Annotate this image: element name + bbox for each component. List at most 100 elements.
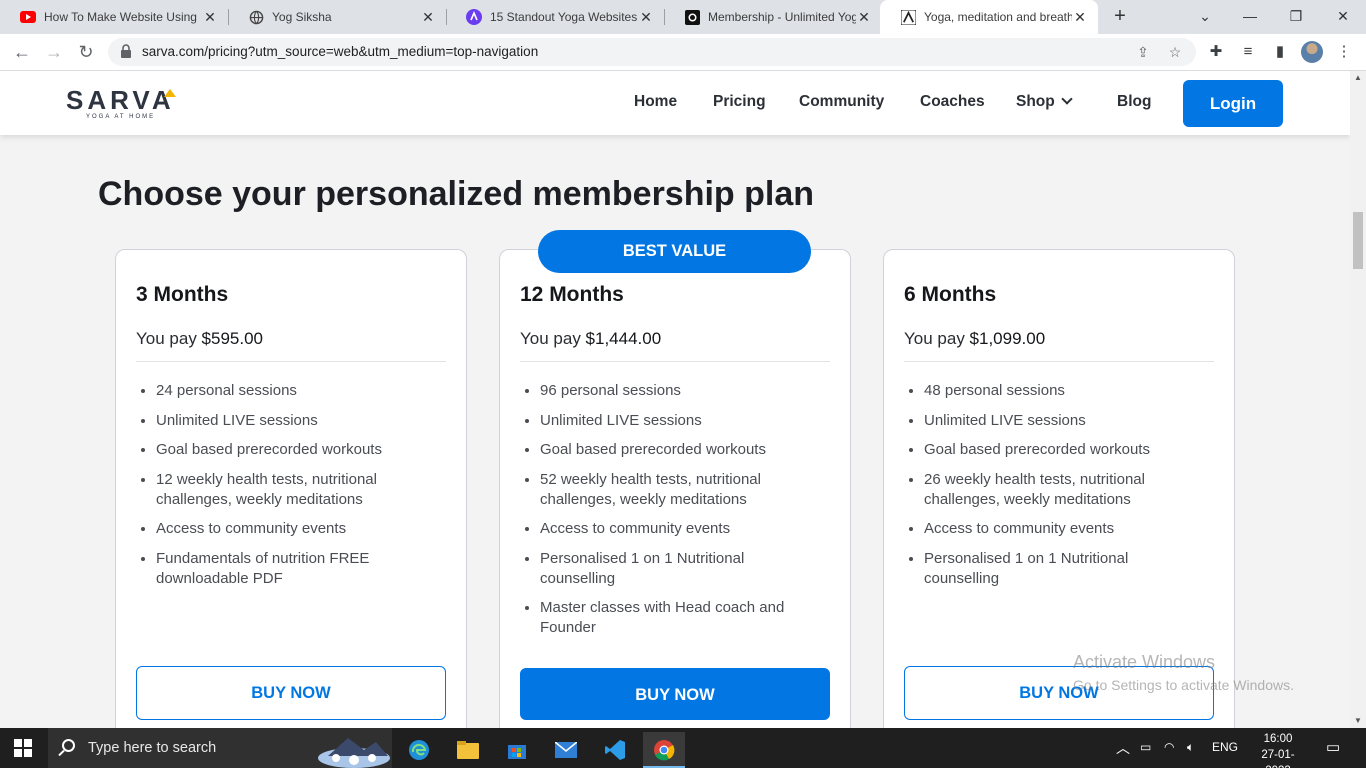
feature-item: Fundamentals of nutrition FREE downloada…: [156, 549, 426, 589]
globe-icon: [248, 9, 264, 25]
nav-home[interactable]: Home: [634, 93, 677, 111]
nav-shop-label: Shop: [1016, 93, 1055, 110]
best-value-badge: BEST VALUE: [538, 230, 811, 273]
feature-item: Unlimited LIVE sessions: [156, 411, 426, 431]
kebab-menu-icon[interactable]: ⋮: [1334, 42, 1354, 62]
feature-item: 48 personal sessions: [924, 381, 1194, 401]
nav-blog[interactable]: Blog: [1117, 93, 1151, 111]
side-panel-icon[interactable]: ▮: [1270, 42, 1290, 62]
nav-shop[interactable]: Shop: [1016, 93, 1073, 111]
close-icon[interactable]: ✕: [1072, 9, 1088, 26]
volume-icon[interactable]: 🔈︎: [1187, 740, 1194, 755]
plan-card: 3 Months You pay $595.00 24 personal ses…: [115, 249, 467, 728]
file-explorer-icon[interactable]: [447, 732, 489, 768]
login-button[interactable]: Login: [1183, 80, 1283, 127]
activate-windows-title: Activate Windows: [1073, 652, 1216, 672]
wifi-icon[interactable]: ◠: [1164, 740, 1174, 754]
search-placeholder: Type here to search: [88, 740, 217, 756]
windows-start-icon[interactable]: [14, 739, 32, 757]
page-viewport: SARVA YOGA AT HOME Home Pricing Communit…: [0, 71, 1350, 728]
close-icon[interactable]: ✕: [856, 9, 872, 26]
plan-card-featured: 12 Months You pay $1,444.00 96 personal …: [499, 249, 851, 728]
divider: [136, 361, 446, 362]
close-icon[interactable]: ✕: [202, 9, 218, 26]
feature-item: Goal based prerecorded workouts: [924, 440, 1194, 460]
minimize-icon[interactable]: —: [1227, 0, 1273, 34]
feature-item: Goal based prerecorded workouts: [156, 440, 426, 460]
mail-icon[interactable]: [545, 732, 587, 768]
profile-avatar[interactable]: [1301, 41, 1323, 63]
window-close-icon[interactable]: ✕: [1320, 0, 1366, 34]
nav-community[interactable]: Community: [799, 93, 884, 111]
share-icon[interactable]: ⇪: [1134, 43, 1152, 61]
browser-tab-strip: How To Make Website Using ✕ Yog Siksha ✕…: [0, 0, 1366, 34]
buy-now-button[interactable]: BUY NOW: [904, 666, 1214, 720]
chevron-down-icon: [1061, 93, 1073, 105]
chrome-icon[interactable]: [643, 732, 685, 768]
plan-price: You pay $1,099.00: [904, 329, 1045, 349]
activate-windows-subtitle: Go to Settings to activate Windows.: [1073, 677, 1294, 693]
feature-item: Goal based prerecorded workouts: [540, 440, 810, 460]
nav-coaches[interactable]: Coaches: [920, 93, 985, 111]
scroll-up-arrow-icon[interactable]: ▲: [1350, 71, 1366, 85]
plan-name: 6 Months: [904, 283, 997, 306]
close-icon[interactable]: ✕: [420, 9, 436, 26]
browser-tab[interactable]: How To Make Website Using ✕: [0, 0, 228, 34]
buy-now-button[interactable]: BUY NOW: [520, 668, 830, 720]
chevron-up-icon[interactable]: ︿: [1116, 738, 1130, 758]
close-icon[interactable]: ✕: [638, 9, 654, 26]
tab-title: Yog Siksha: [272, 10, 332, 24]
address-bar[interactable]: sarva.com/pricing?utm_source=web&utm_med…: [108, 38, 1196, 66]
media-queue-icon[interactable]: ≡: [1238, 42, 1258, 62]
store-icon[interactable]: [496, 732, 538, 768]
feature-item: 24 personal sessions: [156, 381, 426, 401]
extensions-icon[interactable]: ✚: [1206, 42, 1226, 62]
nav-pricing[interactable]: Pricing: [713, 93, 766, 111]
scrollbar-thumb[interactable]: [1353, 212, 1363, 269]
price-amount: $1,099.00: [969, 329, 1046, 348]
price-amount: $1,444.00: [585, 329, 662, 348]
sarva-icon: [900, 9, 916, 25]
url-text[interactable]: sarva.com/pricing?utm_source=web&utm_med…: [142, 44, 538, 59]
sarva-logo[interactable]: SARVA YOGA AT HOME: [66, 87, 186, 123]
notifications-icon[interactable]: ▭: [1326, 738, 1340, 756]
feature-item: 96 personal sessions: [540, 381, 810, 401]
search-highlight-icon: [318, 738, 390, 768]
clock-date: 27-01-2023: [1261, 749, 1295, 768]
browser-tab[interactable]: 15 Standout Yoga Websites a ✕: [446, 0, 664, 34]
system-clock[interactable]: 16:00 27-01-2023: [1253, 731, 1303, 768]
browser-tab[interactable]: Yog Siksha ✕: [228, 0, 446, 34]
site-header: SARVA YOGA AT HOME Home Pricing Communit…: [0, 71, 1350, 135]
plan-name: 3 Months: [136, 283, 229, 306]
bookmark-star-icon[interactable]: ☆: [1166, 43, 1184, 61]
back-arrow-icon[interactable]: ←: [8, 38, 36, 66]
plan-price: You pay $595.00: [136, 329, 263, 349]
vscode-icon[interactable]: [594, 732, 636, 768]
taskbar-search-box[interactable]: Type here to search: [48, 728, 392, 768]
language-indicator[interactable]: ENG: [1212, 740, 1238, 754]
reload-icon[interactable]: ↻: [72, 38, 100, 66]
restore-icon[interactable]: ❐: [1273, 0, 1319, 34]
scroll-down-arrow-icon[interactable]: ▼: [1350, 714, 1366, 728]
app-icon: [466, 9, 482, 25]
new-tab-button[interactable]: +: [1108, 4, 1132, 28]
windows-taskbar: Type here to search ︿ ▭ ◠ 🔈︎ ENG 16:00 2…: [0, 728, 1366, 768]
browser-tab-active[interactable]: Yoga, meditation and breath ✕: [880, 0, 1098, 34]
forward-arrow-icon[interactable]: →: [40, 38, 68, 66]
search-icon: [62, 739, 75, 752]
tab-search-icon[interactable]: ⌄: [1182, 0, 1228, 34]
tab-title: 15 Standout Yoga Websites a: [490, 10, 638, 24]
buy-now-button[interactable]: BUY NOW: [136, 666, 446, 720]
edge-browser-icon[interactable]: [398, 732, 440, 768]
feature-item: 12 weekly health tests, nutritional chal…: [156, 470, 426, 510]
feature-item: Master classes with Head coach and Found…: [540, 598, 810, 638]
page-scrollbar[interactable]: ▲ ▼: [1350, 71, 1366, 728]
plan-price: You pay $1,444.00: [520, 329, 661, 349]
browser-tab[interactable]: Membership - Unlimited Yog ✕: [664, 0, 882, 34]
site-icon: [684, 9, 700, 25]
tab-title: How To Make Website Using: [44, 10, 197, 24]
battery-icon[interactable]: ▭: [1140, 740, 1151, 754]
clock-time: 16:00: [1263, 733, 1293, 745]
price-prefix: You pay: [136, 329, 202, 348]
feature-item: Access to community events: [924, 519, 1194, 539]
